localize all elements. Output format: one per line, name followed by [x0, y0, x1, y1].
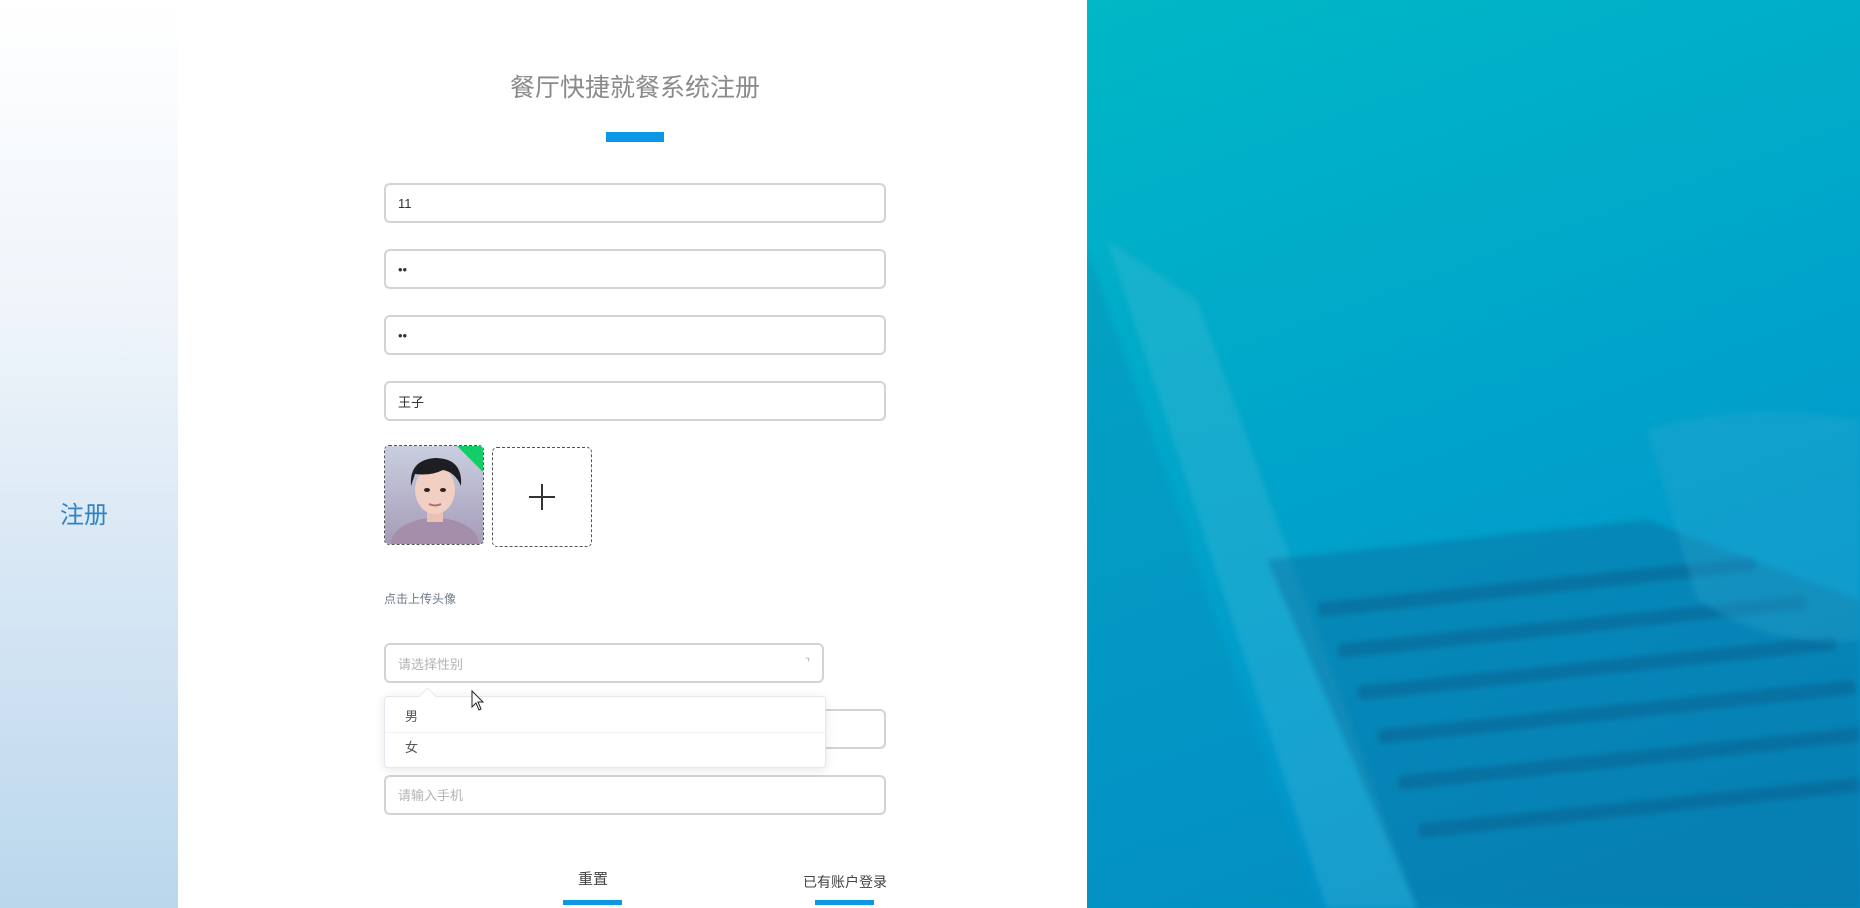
- register-page: 注册 餐厅快捷就餐系统注册 11 •• •• 王子 点击上传头像 请选择性别 ⌝…: [0, 0, 1860, 908]
- confirm-password-input[interactable]: [384, 315, 886, 355]
- name-input[interactable]: [384, 381, 886, 421]
- gender-dropdown: 男 女: [384, 696, 826, 768]
- gender-select-placeholder: 请选择性别: [398, 656, 464, 672]
- gender-select[interactable]: 请选择性别 ⌝: [384, 643, 824, 683]
- plus-icon: [529, 484, 555, 510]
- avatar-preview[interactable]: [384, 445, 484, 545]
- avatar-photo: [385, 446, 483, 544]
- page-title: 餐厅快捷就餐系统注册: [509, 74, 760, 102]
- hero-image: [1087, 0, 1860, 908]
- gender-option-male[interactable]: 男: [385, 702, 825, 733]
- avatar-upload-button[interactable]: [492, 447, 592, 547]
- login-underline: [815, 900, 874, 905]
- chevron-icon: ⌝: [804, 657, 810, 669]
- upload-hint: 点击上传头像: [384, 592, 457, 606]
- left-rail: 注册: [0, 0, 178, 908]
- mouse-pointer-icon: [471, 690, 485, 711]
- login-link[interactable]: 已有账户登录: [800, 872, 890, 892]
- title-underline: [606, 132, 664, 142]
- reset-button[interactable]: 重置: [563, 868, 623, 889]
- laptop-image: [1087, 240, 1860, 908]
- sidebar-title: 注册: [60, 502, 108, 529]
- reset-underline: [563, 900, 622, 905]
- phone-input[interactable]: [384, 775, 886, 815]
- account-input[interactable]: [384, 183, 886, 223]
- gender-option-female[interactable]: 女: [385, 733, 825, 763]
- password-input[interactable]: [384, 249, 886, 289]
